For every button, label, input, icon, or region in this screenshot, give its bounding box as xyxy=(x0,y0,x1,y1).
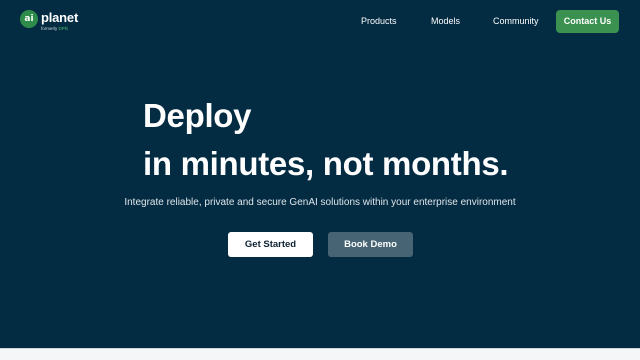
book-demo-button[interactable]: Book Demo xyxy=(328,232,413,257)
nav-item-products[interactable]: Products xyxy=(361,16,397,26)
nav-item-community[interactable]: Community xyxy=(493,16,539,26)
get-started-button[interactable]: Get Started xyxy=(228,232,313,257)
hero-heading-line2: in minutes, not months. xyxy=(143,145,509,182)
next-section-edge xyxy=(0,349,640,360)
brand-name: planet xyxy=(41,10,79,25)
brand-tagline-highlight: DPhi xyxy=(58,26,69,31)
logo-text: planet formerly DPhi xyxy=(41,10,78,32)
logo-mark-icon: ai xyxy=(20,10,38,28)
brand-tagline-prefix: formerly xyxy=(41,26,59,31)
logo[interactable]: ai planet formerly DPhi xyxy=(20,10,78,32)
hero-heading-line1: Deploy xyxy=(143,97,252,134)
brand-tagline: formerly DPhi xyxy=(41,26,78,32)
nav-item-models[interactable]: Models xyxy=(431,16,460,26)
hero-subtitle: Integrate reliable, private and secure G… xyxy=(124,197,516,208)
site-header: ai planet formerly DPhi Products Models … xyxy=(0,0,640,44)
contact-us-button[interactable]: Contact Us xyxy=(556,10,619,33)
